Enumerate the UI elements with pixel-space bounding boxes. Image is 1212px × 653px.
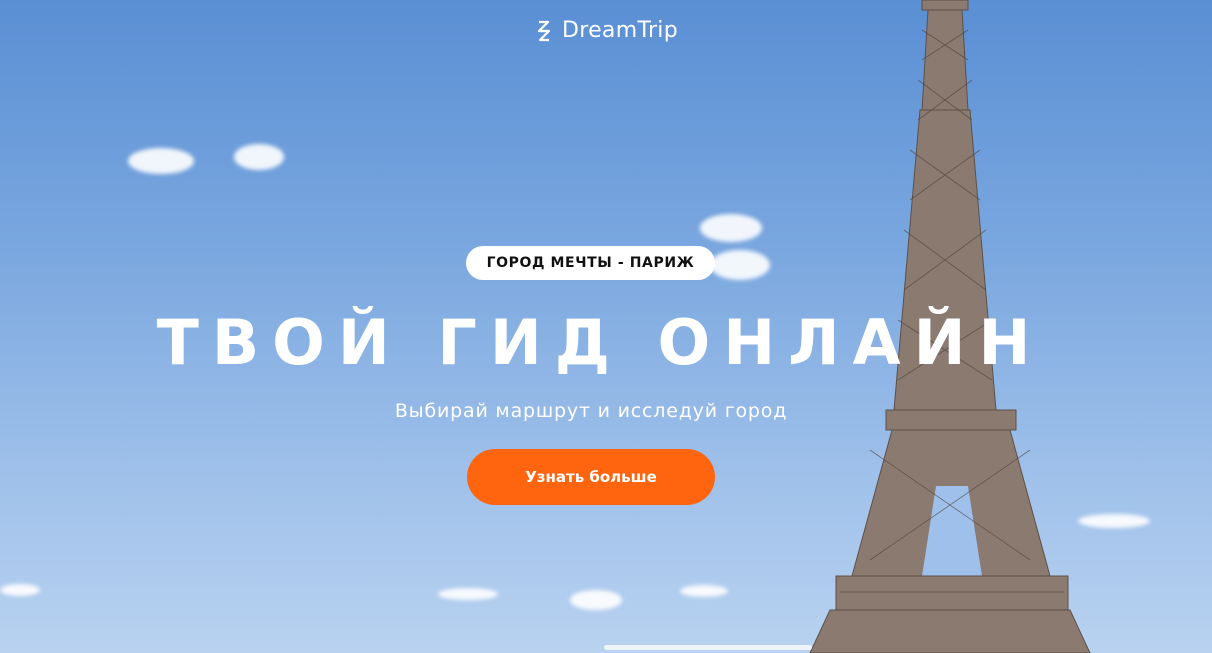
brand-logo[interactable]: DreamTrip	[0, 18, 1212, 43]
hero-title: ТВОЙ ГИД ОНЛАЙН	[156, 306, 1044, 379]
cloud	[234, 144, 284, 170]
tagline-badge: ГОРОД МЕЧТЫ - ПАРИЖ	[466, 246, 715, 280]
cloud	[700, 214, 762, 242]
hero-subtitle: Выбирай маршрут и исследуй город	[394, 400, 788, 422]
cloud	[0, 584, 40, 596]
learn-more-button[interactable]: Узнать больше	[467, 449, 715, 505]
cloud	[680, 585, 728, 597]
home-indicator[interactable]	[604, 645, 812, 650]
dreamtrip-logo-icon	[537, 20, 551, 41]
cloud	[438, 588, 498, 600]
brand-name: DreamTrip	[562, 18, 678, 43]
cloud	[128, 148, 194, 174]
cloud	[570, 590, 622, 610]
cloud	[710, 250, 770, 280]
